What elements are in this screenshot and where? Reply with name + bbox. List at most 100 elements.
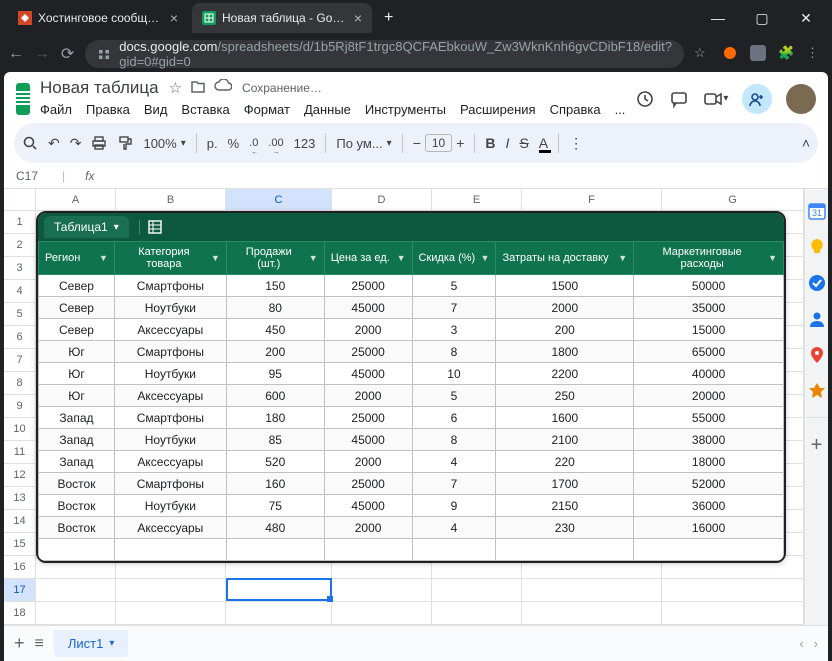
table-cell[interactable]: 16000 — [634, 517, 784, 539]
table-cell[interactable]: 2000 — [324, 319, 412, 341]
menu-данные[interactable]: Данные — [304, 102, 351, 117]
table-cell[interactable]: 65000 — [634, 341, 784, 363]
table-cell[interactable]: 450 — [226, 319, 324, 341]
table-name-chip[interactable]: Таблица1 ▾ — [44, 216, 129, 238]
table-cell[interactable]: 35000 — [634, 297, 784, 319]
nav-forward-icon[interactable]: → — [34, 45, 50, 63]
table-cell[interactable]: Юг — [39, 363, 115, 385]
table-cell[interactable]: Юг — [39, 341, 115, 363]
table-cell[interactable]: Ноутбуки — [114, 495, 226, 517]
cell[interactable] — [226, 602, 332, 625]
table-cell[interactable]: Аксессуары — [114, 319, 226, 341]
table-cell[interactable]: 2200 — [496, 363, 634, 385]
column-header-E[interactable]: E — [432, 189, 522, 210]
close-tab-icon[interactable]: × — [170, 10, 178, 26]
table-cell[interactable]: 45000 — [324, 429, 412, 451]
cell[interactable] — [226, 579, 332, 602]
table-cell[interactable]: 600 — [226, 385, 324, 407]
column-header-G[interactable]: G — [662, 189, 804, 210]
calendar-app-icon[interactable]: 31 — [807, 201, 827, 221]
extensions-menu-icon[interactable]: 🧩 — [778, 45, 796, 63]
row-header[interactable]: 17 — [4, 579, 36, 602]
menu-правка[interactable]: Правка — [86, 102, 130, 117]
table-cell[interactable] — [634, 539, 784, 561]
table-cell[interactable]: 200 — [496, 319, 634, 341]
new-tab-button[interactable]: + — [376, 9, 401, 27]
redo-icon[interactable]: ↷ — [70, 135, 82, 152]
window-minimize[interactable]: — — [700, 10, 736, 27]
browser-tab-0[interactable]: Хостинговое сообщество «Tim × — [8, 3, 188, 33]
increase-font-button[interactable]: + — [456, 135, 464, 151]
table-header[interactable]: Продажи (шт.)▼ — [226, 242, 324, 275]
table-cell[interactable]: Север — [39, 319, 115, 341]
row-header[interactable]: 12 — [4, 464, 36, 487]
table-cell[interactable]: 2000 — [496, 297, 634, 319]
spreadsheet-grid[interactable]: ABCDEFG 12345678910111213141516171819 Та… — [4, 189, 828, 625]
doc-title[interactable]: Новая таблица — [40, 78, 159, 98]
table-cell[interactable]: 230 — [496, 517, 634, 539]
cell[interactable] — [522, 602, 662, 625]
table-cell[interactable] — [412, 539, 496, 561]
table-cell[interactable]: 7 — [412, 473, 496, 495]
addon-app-icon[interactable] — [807, 381, 827, 401]
window-close[interactable]: ✕ — [788, 10, 824, 27]
table-cell[interactable]: Аксессуары — [114, 517, 226, 539]
row-header[interactable]: 3 — [4, 257, 36, 280]
extension-icon-2[interactable] — [750, 45, 768, 63]
table-cell[interactable]: 2150 — [496, 495, 634, 517]
table-cell[interactable]: Север — [39, 275, 115, 297]
row-header[interactable]: 4 — [4, 280, 36, 303]
text-color-button[interactable]: A — [539, 135, 548, 151]
row-header[interactable]: 5 — [4, 303, 36, 326]
column-header-B[interactable]: B — [116, 189, 226, 210]
menu-вид[interactable]: Вид — [144, 102, 168, 117]
table-header[interactable]: Маркетинговые расходы▼ — [634, 242, 784, 275]
table-cell[interactable]: 9 — [412, 495, 496, 517]
cell[interactable] — [332, 602, 432, 625]
table-cell[interactable]: 2000 — [324, 385, 412, 407]
table-cell[interactable]: 25000 — [324, 275, 412, 297]
table-cell[interactable]: 1700 — [496, 473, 634, 495]
table-cell[interactable]: 1800 — [496, 341, 634, 363]
share-button[interactable] — [742, 84, 772, 114]
table-cell[interactable]: 8 — [412, 341, 496, 363]
name-box[interactable]: C17 — [12, 169, 62, 183]
table-cell[interactable]: 2100 — [496, 429, 634, 451]
scroll-left-icon[interactable]: ‹ — [799, 636, 803, 651]
table-cell[interactable]: 52000 — [634, 473, 784, 495]
filter-dropdown-icon[interactable]: ▼ — [481, 253, 490, 263]
table-cell[interactable]: Запад — [39, 407, 115, 429]
table-cell[interactable]: 5 — [412, 385, 496, 407]
table-cell[interactable] — [114, 539, 226, 561]
zoom-dropdown[interactable]: 100% ▾ — [143, 136, 185, 151]
table-cell[interactable]: 2000 — [324, 451, 412, 473]
table-cell[interactable]: Смартфоны — [114, 275, 226, 297]
table-cell[interactable]: Смартфоны — [114, 341, 226, 363]
filter-dropdown-icon[interactable]: ▼ — [768, 253, 777, 263]
meet-icon[interactable]: ▾ — [703, 91, 728, 107]
maps-app-icon[interactable] — [807, 345, 827, 365]
table-cell[interactable]: 150 — [226, 275, 324, 297]
browser-tab-1[interactable]: Новая таблица - Google Табли × — [192, 3, 372, 33]
decrease-decimal-button[interactable]: .0← — [249, 137, 258, 149]
table-cell[interactable]: Север — [39, 297, 115, 319]
row-header[interactable]: 8 — [4, 372, 36, 395]
menu-вставка[interactable]: Вставка — [181, 102, 229, 117]
more-toolbar-icon[interactable]: ⋮ — [569, 135, 583, 152]
history-icon[interactable] — [635, 89, 655, 109]
italic-button[interactable]: I — [506, 135, 510, 151]
table-cell[interactable]: 25000 — [324, 473, 412, 495]
table-cell[interactable]: Восток — [39, 473, 115, 495]
row-header[interactable]: 13 — [4, 487, 36, 510]
nav-back-icon[interactable]: ← — [8, 45, 24, 63]
table-cell[interactable]: Ноутбуки — [114, 429, 226, 451]
row-header[interactable]: 11 — [4, 441, 36, 464]
table-cell[interactable]: Ноутбуки — [114, 297, 226, 319]
percent-format-button[interactable]: % — [228, 136, 240, 151]
cell[interactable] — [116, 602, 226, 625]
menu-...[interactable]: ... — [615, 102, 626, 117]
table-header[interactable]: Категория товара▼ — [114, 242, 226, 275]
table-header[interactable]: Скидка (%)▼ — [412, 242, 496, 275]
table-cell[interactable]: 45000 — [324, 363, 412, 385]
table-cell[interactable]: 250 — [496, 385, 634, 407]
